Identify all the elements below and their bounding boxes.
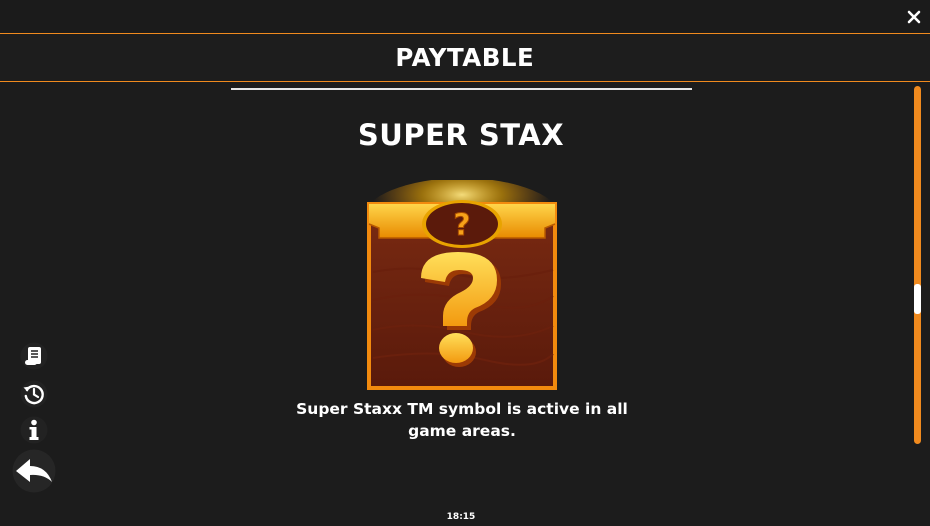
clock: 18:15 [446,512,476,522]
close-button[interactable] [906,9,922,25]
scrollbar-thumb[interactable] [914,284,921,314]
history-icon [20,380,48,408]
history-button[interactable] [20,380,48,408]
header-bar: PAYTABLE [0,33,930,82]
close-icon [907,10,921,24]
title-divider [231,88,692,90]
back-arrow-icon [12,449,56,493]
badge-question-glyph: ? [453,208,470,243]
paytable-screen: PAYTABLE SUPER STAX ? Super Staxx TM sym… [0,0,930,526]
info-button[interactable] [20,416,48,444]
symbol-description: Super Staxx TM symbol is active in all g… [296,400,628,440]
super-stax-symbol: ? [355,178,569,394]
info-icon [20,416,48,444]
back-button[interactable] [12,449,56,493]
question-mark-symbol-icon: ? [362,178,562,390]
page-title: PAYTABLE [395,43,535,72]
paytable-scroll-icon [20,342,48,370]
section-title: SUPER STAX [357,118,565,152]
scrollbar-track[interactable] [914,86,921,444]
top-strip [0,0,930,33]
paytable-button[interactable] [20,342,48,370]
